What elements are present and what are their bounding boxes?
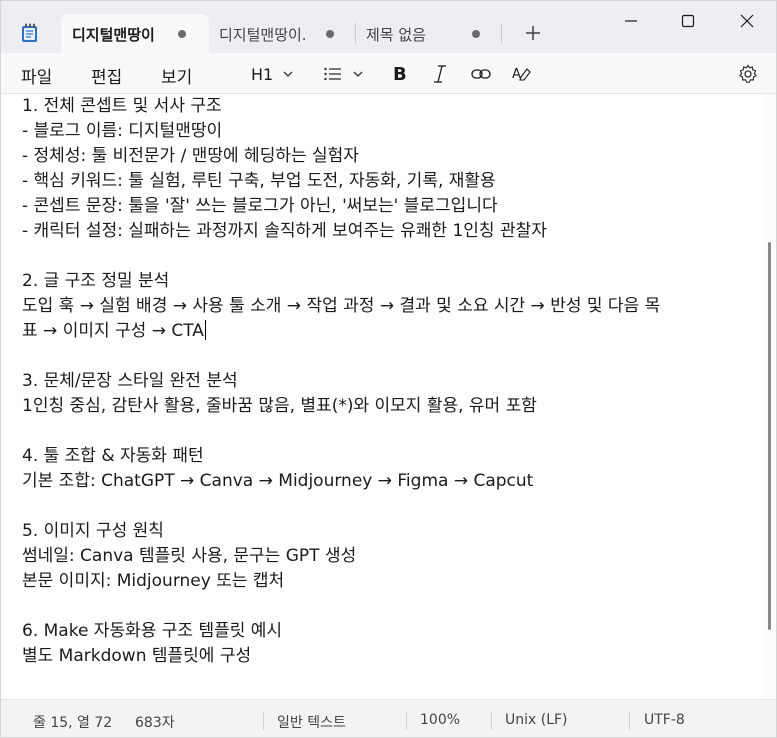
character-count: 683자 bbox=[135, 715, 175, 731]
vertical-scrollbar[interactable] bbox=[763, 94, 776, 699]
text-line: 1인칭 중심, 감탄사 활용, 줄바꿈 많음, 별표(*)와 이모지 활용, 유… bbox=[22, 396, 537, 416]
text-line: - 정체성: 툴 비전문가 / 맨땅에 헤딩하는 실험자 bbox=[22, 146, 359, 166]
text-line bbox=[22, 344, 757, 369]
line-ending[interactable]: Unix (LF) bbox=[505, 712, 568, 728]
link-icon[interactable] bbox=[471, 63, 491, 85]
menu-edit[interactable]: 편집 bbox=[91, 63, 122, 88]
menu-bar: 파일 편집 보기 H1 B A bbox=[1, 53, 776, 94]
text-line: 3. 문체/문장 스타일 완전 분석 bbox=[22, 371, 238, 391]
tab-label: 제목 없음 bbox=[366, 26, 426, 44]
tab-divider bbox=[355, 23, 356, 43]
text-line bbox=[22, 244, 757, 269]
text-line: 기본 조합: ChatGPT → Canva → Midjourney → Fi… bbox=[22, 471, 534, 491]
text-caret bbox=[204, 320, 206, 340]
text-line: 4. 툴 조합 & 자동화 패턴 bbox=[22, 446, 204, 466]
status-divider bbox=[491, 712, 492, 730]
encoding[interactable]: UTF-8 bbox=[644, 712, 685, 728]
tab-label: 디지털맨땅이. bbox=[219, 26, 307, 44]
svg-text:B: B bbox=[393, 64, 407, 85]
tab-divider bbox=[501, 23, 502, 43]
document-editor[interactable]: 1. 전체 콘셉트 및 서사 구조 - 블로그 이름: 디지털맨땅이 - 정체성… bbox=[1, 94, 763, 699]
scrollbar-thumb[interactable] bbox=[768, 242, 771, 630]
text-line: 5. 이미지 구성 원칙 bbox=[22, 521, 164, 541]
close-icon[interactable] bbox=[735, 9, 759, 33]
text-line: 6. Make 자동화용 구조 템플릿 예시 bbox=[22, 621, 283, 641]
text-line: 표 → 이미지 구성 → CTA bbox=[22, 321, 204, 341]
new-tab-icon[interactable] bbox=[523, 23, 543, 43]
tab-2[interactable]: 디지털맨땅이. bbox=[209, 14, 352, 53]
minimize-icon[interactable] bbox=[619, 9, 643, 33]
text-line bbox=[22, 594, 757, 619]
unsaved-dot-icon[interactable] bbox=[178, 30, 186, 38]
chevron-down-icon bbox=[353, 71, 363, 77]
list-dropdown[interactable] bbox=[323, 63, 365, 85]
status-bar: 줄 15, 열 72 683자 일반 텍스트 100% Unix (LF) UT… bbox=[1, 699, 776, 737]
text-format[interactable]: 일반 텍스트 bbox=[277, 712, 346, 732]
settings-icon[interactable] bbox=[738, 63, 758, 85]
tab-1[interactable]: 디지털맨땅이 bbox=[61, 14, 209, 53]
unsaved-dot-icon[interactable] bbox=[472, 30, 480, 38]
text-line: - 콘셉트 문장: 툴을 '잘' 쓰는 블로그가 아닌, '써보는' 블로그입니… bbox=[22, 196, 498, 216]
notepad-icon bbox=[22, 23, 37, 42]
text-line bbox=[22, 419, 757, 444]
maximize-icon[interactable] bbox=[676, 9, 700, 33]
text-line: - 캐릭터 설정: 실패하는 과정까지 솔직하게 보여주는 유쾌한 1인칭 관찰… bbox=[22, 221, 547, 241]
zoom-level[interactable]: 100% bbox=[420, 712, 460, 728]
status-divider bbox=[629, 712, 630, 730]
bold-icon[interactable]: B bbox=[391, 63, 409, 85]
menu-view[interactable]: 보기 bbox=[161, 63, 192, 88]
text-line bbox=[22, 494, 757, 519]
italic-icon[interactable] bbox=[431, 63, 449, 85]
clear-format-icon[interactable]: A bbox=[511, 63, 531, 85]
title-bar: 디지털맨땅이 디지털맨땅이. 제목 없음 bbox=[1, 1, 776, 53]
list-icon bbox=[324, 67, 341, 81]
text-line-with-caret: 표 → 이미지 구성 → CTA bbox=[22, 319, 757, 344]
status-divider bbox=[263, 712, 264, 730]
cursor-position: 줄 15, 열 72 bbox=[33, 715, 113, 731]
text-line: 별도 Markdown 템플릿에 구성 bbox=[22, 646, 252, 666]
text-line: 도입 훅 → 실험 배경 → 사용 툴 소개 → 작업 과정 → 결과 및 소요… bbox=[22, 296, 661, 316]
status-divider bbox=[406, 712, 407, 730]
text-line: 2. 글 구조 정밀 분석 bbox=[22, 271, 170, 291]
tab-label: 디지털맨땅이 bbox=[72, 26, 155, 44]
text-line: - 블로그 이름: 디지털맨땅이 bbox=[22, 121, 223, 141]
text-line: 본문 이미지: Midjourney 또는 캡처 bbox=[22, 571, 285, 591]
chevron-down-icon bbox=[283, 71, 293, 77]
tab-3[interactable]: 제목 없음 bbox=[357, 14, 497, 53]
text-line: - 핵심 키워드: 툴 실험, 루틴 구축, 부업 도전, 자동화, 기록, 재… bbox=[22, 171, 496, 191]
document-text[interactable]: 1. 전체 콘셉트 및 서사 구조 - 블로그 이름: 디지털맨땅이 - 정체성… bbox=[22, 94, 757, 669]
heading-dropdown[interactable]: H1 bbox=[251, 63, 295, 85]
text-line: 썸네일: Canva 템플릿 사용, 문구는 GPT 생성 bbox=[22, 546, 357, 566]
notepad-window: 디지털맨땅이 디지털맨땅이. 제목 없음 파일 편집 보기 H1 B A 1. … bbox=[0, 0, 777, 738]
heading-label: H1 bbox=[251, 64, 274, 84]
text-line: 1. 전체 콘셉트 및 서사 구조 bbox=[22, 96, 222, 116]
unsaved-dot-icon[interactable] bbox=[326, 30, 334, 38]
menu-file[interactable]: 파일 bbox=[21, 63, 52, 88]
